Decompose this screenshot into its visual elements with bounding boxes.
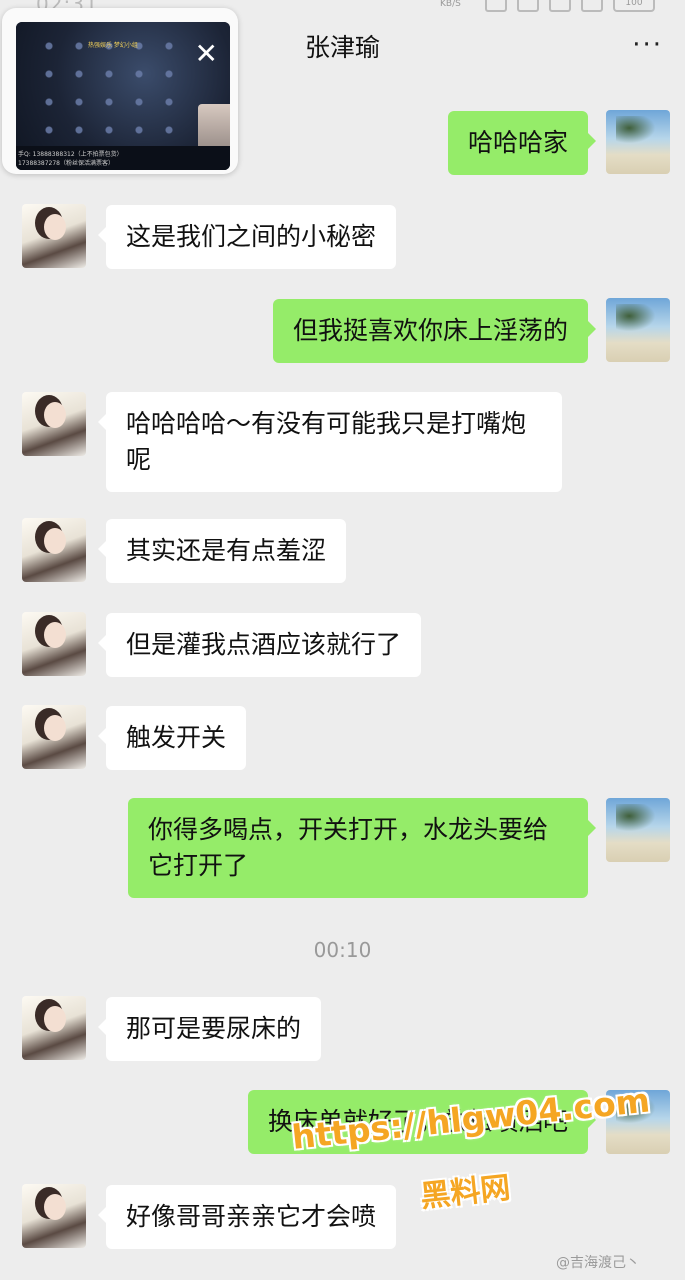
- message-bubble[interactable]: 好像哥哥亲亲它才会喷: [97, 1185, 397, 1249]
- my-avatar[interactable]: [606, 298, 670, 362]
- stream-info-line-1: 手Q: 13888388312（上不拍票包货）: [18, 151, 123, 158]
- floating-video-window[interactable]: 热强娱乐 梦幻小组 手Q: 13888388312（上不拍票包货） 173883…: [2, 8, 238, 174]
- message-bubble[interactable]: 但我挺喜欢你床上淫荡的: [272, 299, 597, 363]
- contact-avatar[interactable]: [22, 204, 86, 268]
- watermark-site-name: 黑料网: [418, 1170, 513, 1215]
- my-avatar[interactable]: [606, 798, 670, 862]
- message-bubble[interactable]: 那可是要尿床的: [97, 997, 322, 1061]
- message-bubble[interactable]: 这是我们之间的小秘密: [97, 205, 397, 269]
- message-bubble[interactable]: 但是灌我点酒应该就行了: [97, 613, 422, 677]
- contact-avatar[interactable]: [22, 996, 86, 1060]
- message-timestamp: 00:10: [313, 938, 372, 962]
- contact-avatar[interactable]: [22, 1184, 86, 1248]
- contact-avatar[interactable]: [22, 392, 86, 456]
- message-bubble[interactable]: 触发开关: [97, 706, 247, 770]
- message-bubble[interactable]: 哈哈哈哈～有没有可能我只是打嘴炮呢: [98, 392, 562, 492]
- stream-title: 热强娱乐 梦幻小组: [88, 42, 138, 49]
- weibo-credit: @吉海渡己丶: [556, 1255, 640, 1271]
- contact-avatar[interactable]: [22, 518, 86, 582]
- live-stream-preview[interactable]: 热强娱乐 梦幻小组 手Q: 13888388312（上不拍票包货） 173883…: [16, 22, 230, 170]
- close-icon[interactable]: ✕: [195, 40, 218, 68]
- message-bubble[interactable]: 其实还是有点羞涩: [97, 519, 347, 583]
- contact-avatar[interactable]: [22, 612, 86, 676]
- streamer-thumbnail: [198, 104, 230, 148]
- contact-avatar[interactable]: [22, 705, 86, 769]
- my-avatar[interactable]: [606, 110, 670, 174]
- stream-info-line-2: 17388387278（粉丝保活满票客）: [18, 160, 114, 167]
- message-bubble[interactable]: 你得多喝点，开关打开，水龙头要给它打开了: [128, 798, 596, 898]
- message-bubble[interactable]: 哈哈哈家: [447, 111, 597, 175]
